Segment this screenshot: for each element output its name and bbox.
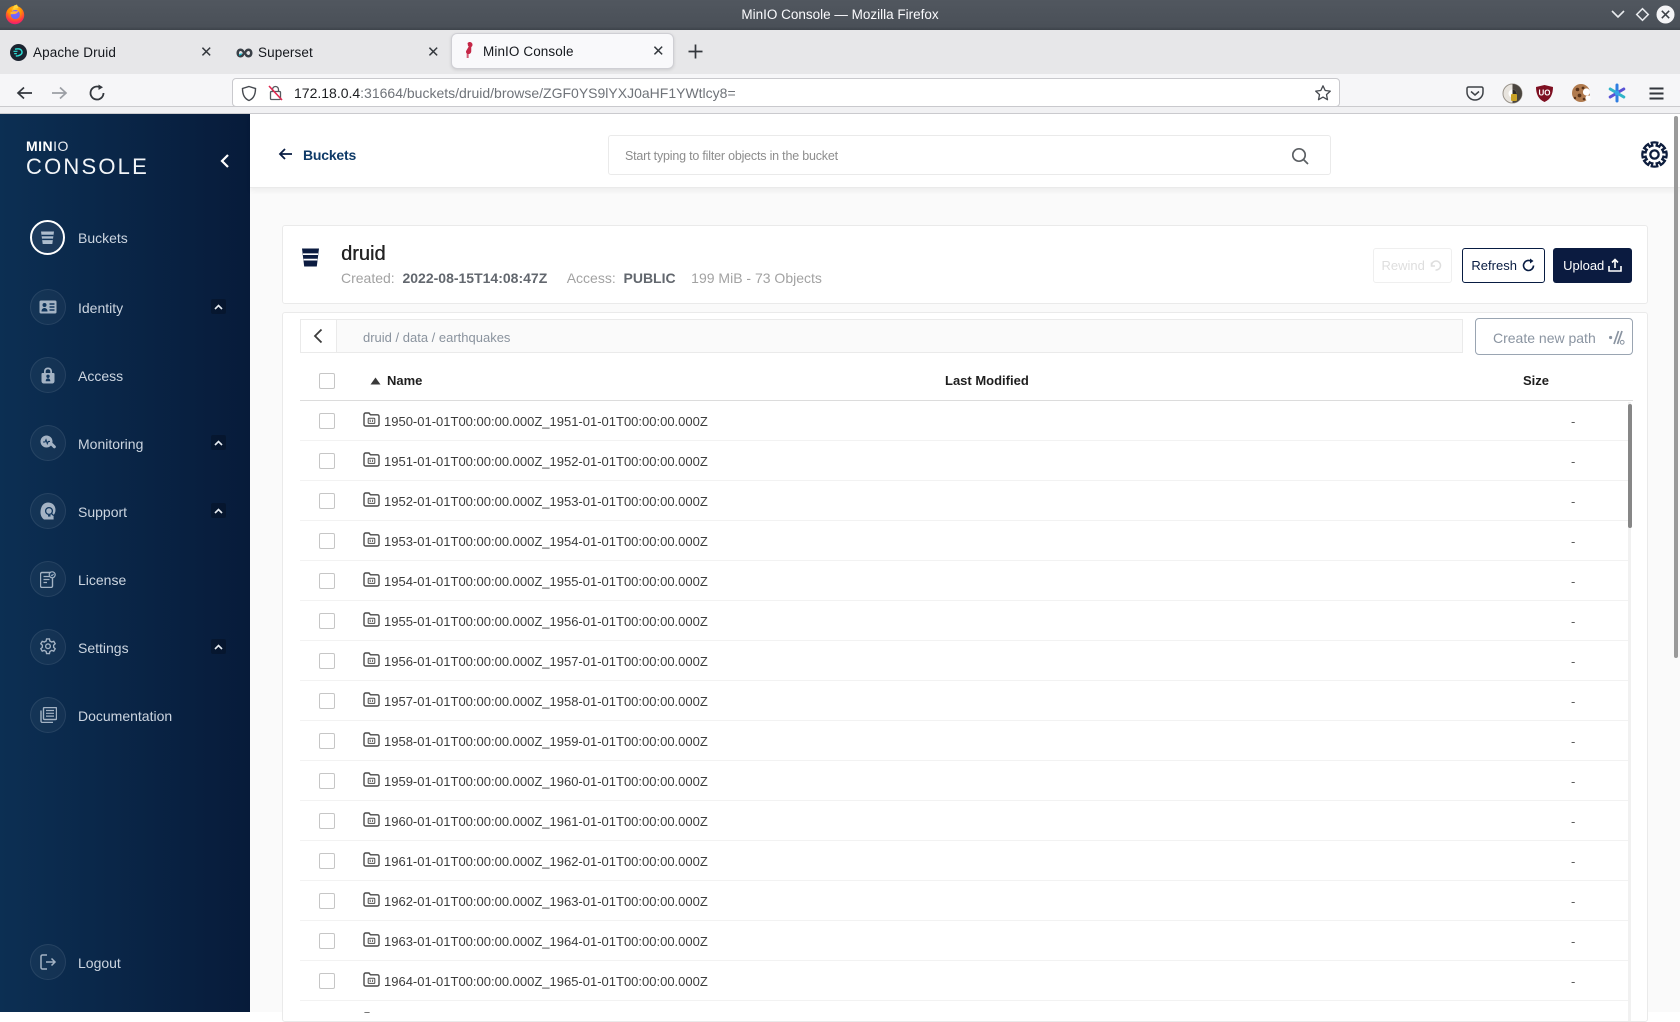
svg-text:UO: UO [1539, 89, 1551, 98]
